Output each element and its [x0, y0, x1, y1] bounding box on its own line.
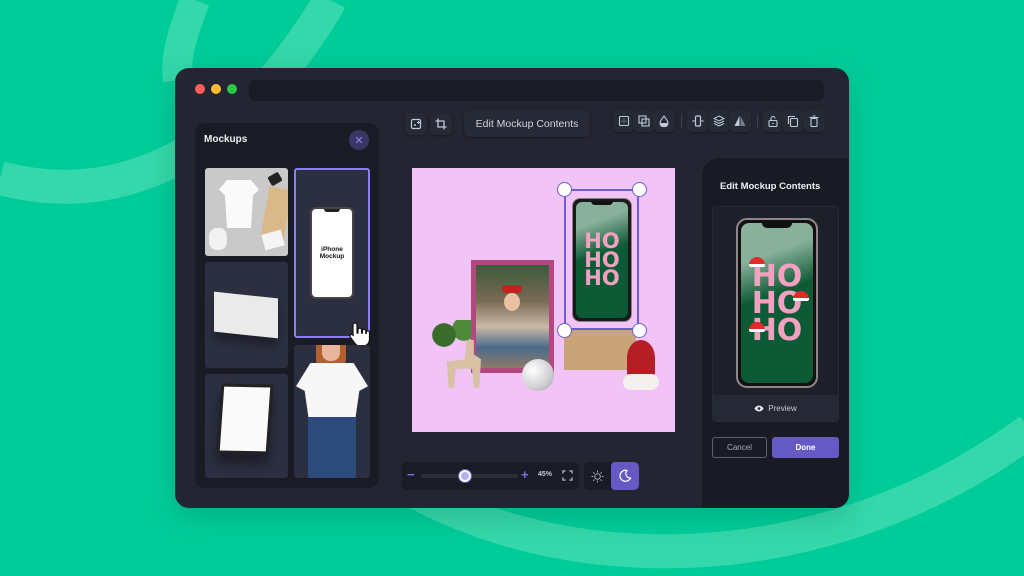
toolbar-divider — [681, 114, 682, 128]
preview-phone: HO HO HO — [736, 218, 818, 388]
tablet-shape — [216, 383, 274, 455]
flip-icon — [734, 116, 746, 126]
sun-icon — [591, 469, 604, 483]
preview-label: Preview — [768, 403, 797, 413]
zoom-control: − + 45% — [402, 462, 579, 490]
iphone-notch — [324, 209, 340, 212]
eye-icon — [754, 405, 764, 411]
mockup-item-tshirt-flatlay[interactable] — [205, 168, 288, 256]
app-window: Mockups ✕ iPhone Mockup Edit Mockup Cont… — [175, 68, 849, 508]
preview-phone-screen: HO HO HO — [741, 223, 813, 383]
minimize-window-button[interactable] — [211, 84, 221, 94]
flip-button[interactable] — [729, 110, 751, 132]
delete-icon — [809, 115, 819, 127]
santa-hat-decoration — [749, 257, 765, 267]
reindeer-antlers — [502, 285, 522, 293]
align-button[interactable] — [687, 110, 709, 132]
photo-image — [476, 265, 549, 368]
delete-button[interactable] — [803, 110, 825, 132]
sneakers — [209, 228, 227, 250]
edit-mockup-panel: Edit Mockup Contents HO HO HO Preview Ca… — [702, 158, 849, 508]
iphone-frame: iPhone Mockup — [310, 207, 354, 299]
zoom-slider-thumb[interactable] — [458, 470, 471, 482]
woman-jeans — [308, 417, 356, 478]
woman-shirt — [296, 363, 368, 421]
zoom-in-button[interactable]: + — [521, 467, 529, 482]
window-controls — [195, 84, 237, 94]
resize-handle-top-left[interactable] — [557, 182, 572, 197]
layers-button[interactable] — [708, 110, 730, 132]
lock-icon — [768, 115, 778, 127]
santa-hat — [623, 340, 659, 392]
maximize-window-button[interactable] — [227, 84, 237, 94]
photo-frame[interactable] — [471, 260, 554, 373]
hand-cursor-icon — [348, 321, 371, 347]
overlap-button[interactable] — [633, 110, 655, 132]
book-shape — [214, 291, 278, 339]
add-image-button[interactable] — [405, 113, 427, 135]
fullscreen-icon[interactable] — [562, 470, 573, 481]
zoom-out-button[interactable]: − — [407, 467, 415, 482]
tshirt-shape — [219, 180, 259, 228]
opacity-icon — [659, 115, 669, 127]
mockup-item-tablet[interactable] — [205, 374, 288, 478]
resize-handle-top-right[interactable] — [632, 182, 647, 197]
santa-hat-decoration — [793, 291, 809, 301]
grid-button[interactable] — [613, 110, 635, 132]
layers-icon — [713, 115, 725, 127]
mockup-canvas[interactable]: HO HO HO — [412, 168, 675, 432]
duplicate-button[interactable] — [782, 110, 804, 132]
iphone-label-2: Mockup — [319, 253, 345, 260]
mockup-item-iphone[interactable]: iPhone Mockup — [294, 168, 370, 338]
opacity-button[interactable] — [653, 110, 675, 132]
toolbar-divider — [757, 114, 758, 128]
resize-handle-bottom-left[interactable] — [557, 323, 572, 338]
christmas-ornament — [522, 359, 554, 391]
resize-handle-bottom-right[interactable] — [632, 323, 647, 338]
address-bar[interactable] — [249, 80, 824, 101]
duplicate-icon — [787, 115, 799, 127]
girl-face — [504, 293, 520, 311]
close-panel-button[interactable]: ✕ — [349, 130, 369, 150]
dark-mode-button[interactable] — [611, 462, 639, 490]
paper-prop — [261, 229, 285, 251]
grid-icon — [618, 115, 630, 127]
overlap-icon — [638, 115, 650, 127]
theme-toggle — [584, 462, 639, 490]
cancel-button[interactable]: Cancel — [712, 437, 767, 458]
mockups-panel-title: Mockups — [204, 134, 248, 145]
preview-button[interactable]: Preview — [713, 395, 838, 421]
edit-mockup-contents-button[interactable]: Edit Mockup Contents — [464, 110, 590, 137]
mockup-item-book[interactable] — [205, 262, 288, 368]
selection-box[interactable] — [564, 189, 639, 330]
crop-button[interactable] — [430, 113, 452, 135]
align-icon — [692, 115, 704, 127]
mockup-item-woman-tshirt[interactable] — [294, 345, 370, 478]
close-icon: ✕ — [354, 134, 364, 147]
iphone-label-1: iPhone — [321, 246, 343, 253]
santa-hat-decoration — [749, 322, 765, 332]
mockups-panel: Mockups ✕ iPhone Mockup — [195, 123, 379, 488]
light-mode-button[interactable] — [584, 462, 611, 490]
lock-button[interactable] — [762, 110, 784, 132]
edit-panel-title: Edit Mockup Contents — [720, 181, 821, 192]
woman-face — [322, 345, 340, 361]
done-button[interactable]: Done — [772, 437, 839, 458]
preview-box: HO HO HO Preview — [712, 206, 839, 422]
close-window-button[interactable] — [195, 84, 205, 94]
crop-icon — [435, 118, 447, 130]
zoom-value: 45% — [538, 471, 553, 478]
preview-phone-notch — [762, 222, 792, 228]
moon-icon — [619, 469, 632, 482]
phone-prop — [267, 171, 283, 187]
add-image-icon — [410, 118, 422, 130]
